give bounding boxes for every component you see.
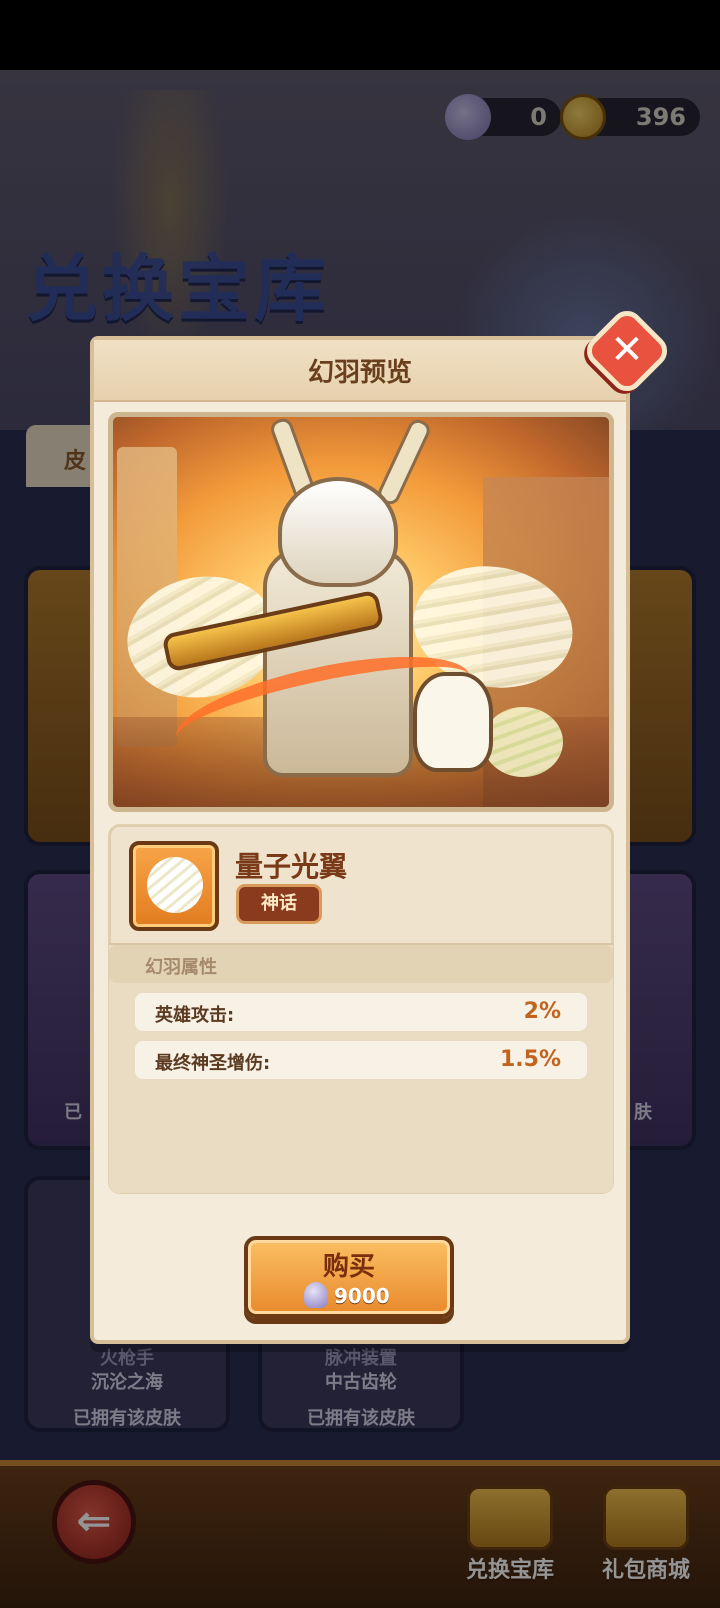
attribute-row: 英雄攻击: 2% xyxy=(135,993,587,1031)
close-icon: ✕ xyxy=(610,327,644,373)
art-pet-wing xyxy=(483,707,563,777)
skin-preview-image xyxy=(108,412,614,812)
preview-dialog: 幻羽预览 量子光翼 神话 幻羽属性 英雄攻击: 2% 最终神圣增伤: 1.5% … xyxy=(90,336,630,1344)
attribute-value: 2% xyxy=(523,999,561,1024)
art-horn-right xyxy=(375,417,433,508)
art-pet xyxy=(413,672,493,772)
buy-price: 9000 xyxy=(334,1284,390,1308)
attributes-title: 幻羽属性 xyxy=(145,957,217,978)
attribute-label: 最终神圣增伤: xyxy=(155,1053,271,1074)
art-knight-helmet xyxy=(278,477,398,587)
wing-icon xyxy=(147,857,203,913)
item-info: 量子光翼 神话 幻羽属性 英雄攻击: 2% 最终神圣增伤: 1.5% xyxy=(108,824,614,1194)
buy-label: 购买 xyxy=(322,1252,375,1282)
dialog-header: 幻羽预览 xyxy=(94,340,626,402)
attributes-header: 幻羽属性 xyxy=(109,945,613,983)
dialog-title: 幻羽预览 xyxy=(307,358,412,388)
rarity-badge: 神话 xyxy=(239,887,319,921)
wing-item-icon xyxy=(129,841,219,931)
status-bar xyxy=(0,0,720,70)
jellyfish-icon xyxy=(304,1282,328,1308)
item-name: 量子光翼 xyxy=(235,850,348,883)
buy-button[interactable]: 购买 9000 xyxy=(244,1236,454,1318)
attribute-label: 英雄攻击: xyxy=(155,1005,235,1026)
attributes-panel: 幻羽属性 英雄攻击: 2% 最终神圣增伤: 1.5% xyxy=(109,943,613,1193)
attribute-value: 1.5% xyxy=(499,1047,561,1072)
attribute-row: 最终神圣增伤: 1.5% xyxy=(135,1041,587,1079)
